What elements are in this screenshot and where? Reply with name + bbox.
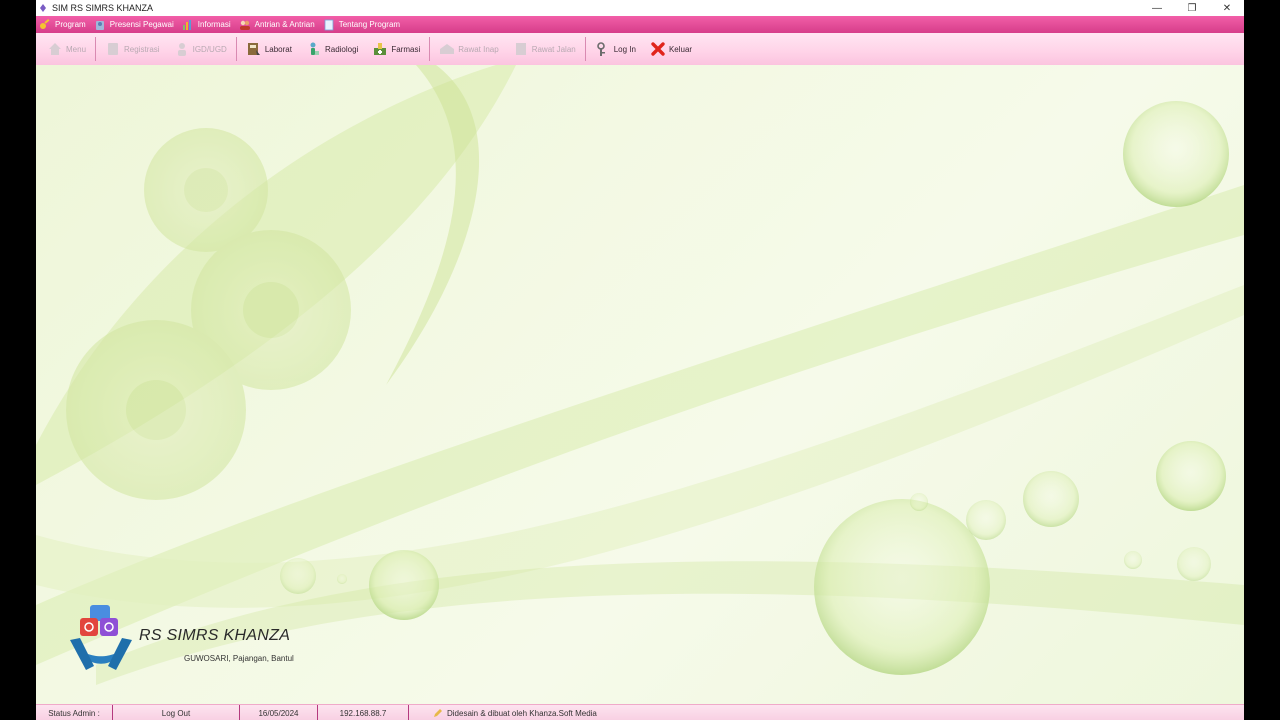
toolbar: Menu Registrasi IGD/UGD Laborat Radiolog… — [36, 33, 1244, 66]
toolbar-label: Registrasi — [124, 44, 160, 54]
toolbar-label: Menu — [66, 44, 87, 54]
lab-book-icon — [247, 43, 260, 55]
toolbar-label: Laborat — [264, 44, 292, 54]
close-button[interactable]: ✕ — [1210, 0, 1244, 16]
menu-label: Antrian & Antrian — [254, 20, 315, 29]
exit-icon — [651, 42, 665, 56]
menu-antrian[interactable]: Antrian & Antrian — [236, 16, 320, 33]
status-ip: 192.168.88.7 — [318, 705, 409, 720]
menu-label: Presensi Pegawai — [109, 20, 174, 29]
home-icon — [49, 43, 61, 55]
menu-label: Tentang Program — [338, 20, 401, 29]
toolbar-laborat-button[interactable]: Laborat — [239, 35, 299, 63]
toolbar-farmasi-button[interactable]: Farmasi — [365, 35, 427, 63]
key-icon — [40, 18, 50, 29]
hospital-address: GUWOSARI, Pajangan, Bantul — [184, 654, 294, 663]
close-icon: ✕ — [1222, 2, 1232, 14]
credit-text: Didesain & dibuat oleh Khanza.Soft Media — [447, 708, 597, 718]
users-icon — [239, 20, 250, 30]
toolbar-radiologi-button[interactable]: Radiologi — [299, 35, 365, 63]
radiology-icon — [310, 42, 319, 55]
status-date: 16/05/2024 — [240, 705, 318, 720]
menu-presensi-pegawai[interactable]: Presensi Pegawai — [91, 16, 179, 33]
toolbar-keluar-button[interactable]: Keluar — [643, 35, 699, 63]
restore-button[interactable]: ❐ — [1175, 0, 1209, 16]
app-icon — [40, 4, 46, 12]
emergency-icon — [177, 43, 186, 56]
document-icon — [324, 19, 334, 30]
app-window: SIM RS SIMRS KHANZA — ❐ ✕ Program Presen… — [36, 0, 1244, 720]
login-icon — [596, 42, 605, 56]
menu-informasi[interactable]: Informasi — [179, 16, 236, 33]
menu-bar: Program Presensi Pegawai Informasi Antri… — [36, 16, 1244, 33]
toolbar-label: Rawat Inap — [458, 44, 499, 54]
status-credit: Didesain & dibuat oleh Khanza.Soft Media — [409, 705, 733, 720]
pharmacy-icon — [374, 43, 387, 55]
status-user: Status Admin : — [36, 705, 113, 720]
toolbar-separator — [95, 37, 97, 61]
toolbar-label: Farmasi — [391, 44, 421, 54]
toolbar-registrasi-button[interactable]: Registrasi — [98, 35, 167, 63]
brand-block: RS SIMRS KHANZA GUWOSARI, Pajangan, Bant… — [66, 600, 366, 680]
toolbar-label: Log In — [613, 44, 636, 54]
toolbar-label: Rawat Jalan — [531, 44, 576, 54]
menu-tentang-program[interactable]: Tentang Program — [320, 16, 405, 33]
toolbar-rawat-jalan-button[interactable]: Rawat Jalan — [506, 35, 583, 63]
info-chart-icon — [182, 19, 191, 30]
employee-icon — [95, 20, 104, 30]
toolbar-label: Keluar — [668, 44, 693, 54]
menu-label: Informasi — [197, 20, 231, 29]
restore-icon: ❐ — [1187, 2, 1197, 14]
toolbar-igd-button[interactable]: IGD/UGD — [167, 35, 234, 63]
status-bar: Status Admin : Log Out 16/05/2024 192.16… — [36, 704, 1244, 720]
toolbar-separator — [235, 37, 237, 61]
menu-program[interactable]: Program — [36, 16, 91, 33]
inpatient-icon — [440, 44, 455, 54]
pencil-icon — [434, 709, 442, 717]
title-bar: SIM RS SIMRS KHANZA — ❐ ✕ — [36, 0, 1244, 16]
minimize-icon: — — [1152, 2, 1162, 14]
status-logout: Log Out — [113, 705, 240, 720]
window-title: SIM RS SIMRS KHANZA — [52, 3, 154, 13]
toolbar-label: Radiologi — [324, 44, 359, 54]
toolbar-separator — [429, 37, 431, 61]
toolbar-rawat-inap-button[interactable]: Rawat Inap — [432, 35, 505, 63]
registration-icon — [108, 43, 119, 55]
toolbar-menu-button[interactable]: Menu — [40, 35, 93, 63]
toolbar-separator — [584, 37, 586, 61]
desktop-background: RS SIMRS KHANZA GUWOSARI, Pajangan, Bant… — [36, 65, 1244, 704]
outpatient-icon — [515, 43, 526, 55]
khanza-logo-icon — [70, 605, 132, 670]
toolbar-login-button[interactable]: Log In — [588, 35, 643, 63]
menu-label: Program — [55, 20, 86, 29]
hospital-name: RS SIMRS KHANZA — [139, 627, 291, 644]
minimize-button[interactable]: — — [1140, 0, 1174, 16]
toolbar-label: IGD/UGD — [192, 44, 227, 54]
